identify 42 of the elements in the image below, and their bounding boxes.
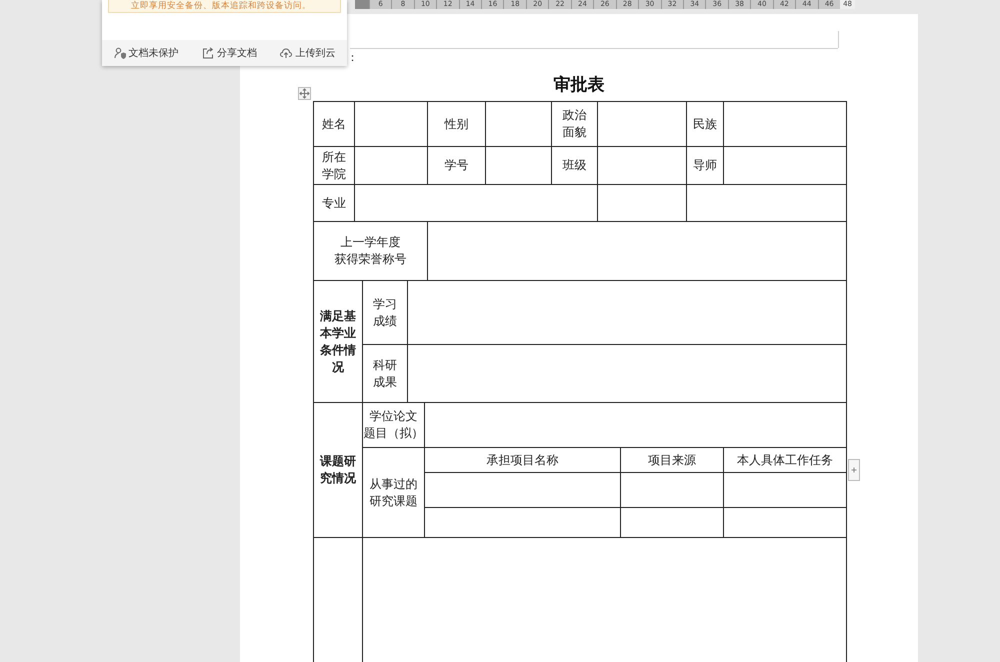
cell-label: 学位论文 xyxy=(370,408,418,425)
add-column-icon[interactable] xyxy=(848,459,860,481)
cell-label: 班级 xyxy=(562,157,586,174)
cell-label: 政治 xyxy=(562,107,586,124)
cell-label: 学习 xyxy=(373,296,397,312)
cell-label: 条件情 xyxy=(320,342,356,358)
popup-action[interactable]: 分享文档 xyxy=(202,46,257,60)
cell-label: 项目来源 xyxy=(648,452,696,468)
table-title: 审批表 xyxy=(554,74,604,96)
document-text: ： xyxy=(347,50,358,65)
popup-action[interactable]: 上传到云 xyxy=(280,46,336,60)
cell-label: 导师 xyxy=(693,157,717,174)
cell-label: 况 xyxy=(332,358,344,376)
cell-label: 课题研 xyxy=(320,453,356,470)
cell-label: 题目（拟） xyxy=(364,425,424,442)
cell-label: 姓名 xyxy=(322,116,346,132)
cell-label: 面貌 xyxy=(562,124,586,141)
cell-label: 科研 xyxy=(373,356,397,374)
cell-label: 研究课题 xyxy=(370,492,418,510)
cell-label: 承担项目名称 xyxy=(486,452,558,468)
cell-label: 从事过的 xyxy=(370,476,418,492)
move-handle-icon[interactable] xyxy=(298,87,311,100)
cell-label: 民族 xyxy=(693,116,717,132)
cell-label: 成果 xyxy=(373,374,397,390)
cell-label: 所在 xyxy=(322,148,346,166)
cell-label: 满足基 xyxy=(320,308,356,324)
cell-label: 成绩 xyxy=(373,312,397,330)
cloud-upload-icon xyxy=(280,47,292,59)
popup-action[interactable]: 文档未保护 xyxy=(114,46,179,60)
indent-marker[interactable] xyxy=(355,0,369,9)
cell-label: 性别 xyxy=(444,116,468,132)
notice-text: 立即享用安全备份、版本追踪和跨设备访问。 xyxy=(131,0,311,12)
cell-label: 学院 xyxy=(322,166,346,182)
cell-label: 本学业 xyxy=(320,324,356,342)
share-icon xyxy=(202,47,214,59)
cell-label: 获得荣誉称号 xyxy=(334,251,406,268)
cell-label: 专业 xyxy=(322,194,346,212)
cell-label: 究情况 xyxy=(320,470,356,487)
cell-label: 上一学年度 xyxy=(340,234,400,251)
cell-label: 本人具体工作任务 xyxy=(737,452,833,468)
shield-user-icon xyxy=(114,47,126,59)
cell-label: 学号 xyxy=(444,157,468,174)
